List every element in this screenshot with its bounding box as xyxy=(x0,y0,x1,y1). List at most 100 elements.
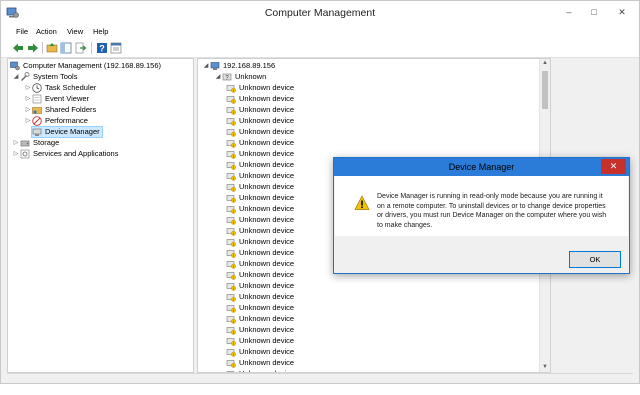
tree-item-shared-folders[interactable]: ▷ Shared Folders xyxy=(24,104,97,115)
svg-text:!: ! xyxy=(233,88,234,92)
device-label: Unknown device xyxy=(239,204,295,213)
menu-help[interactable]: Help xyxy=(93,27,108,36)
device-label: Unknown device xyxy=(239,116,295,125)
toolbar-separator xyxy=(42,42,43,54)
menu-view[interactable]: View xyxy=(67,27,83,36)
show-hide-tree-icon[interactable] xyxy=(59,41,72,54)
back-arrow-icon[interactable] xyxy=(11,41,24,54)
unknown-device-item[interactable]: ! Unknown device xyxy=(226,357,294,368)
close-button[interactable]: ✕ xyxy=(613,5,631,19)
unknown-device-icon: ! xyxy=(226,336,236,346)
unknown-device-icon: ! xyxy=(226,259,236,269)
export-list-icon[interactable] xyxy=(74,41,87,54)
help-icon[interactable]: ? xyxy=(95,41,108,54)
properties-icon[interactable] xyxy=(109,41,122,54)
svg-text:!: ! xyxy=(233,286,234,290)
expanded-arrow-icon[interactable]: ◢ xyxy=(12,73,20,80)
unknown-device-item[interactable]: ! Unknown device xyxy=(226,324,294,335)
unknown-device-item[interactable]: ! Unknown device xyxy=(226,335,294,346)
collapsed-arrow-icon[interactable]: ▷ xyxy=(12,139,20,146)
unknown-device-item[interactable]: ! Unknown device xyxy=(226,269,294,280)
unknown-device-item[interactable]: ! Unknown device xyxy=(226,82,294,93)
unknown-device-item[interactable]: ! Unknown device xyxy=(226,280,294,291)
unknown-device-item[interactable]: ! Unknown device xyxy=(226,170,294,181)
unknown-device-item[interactable]: ! Unknown device xyxy=(226,192,294,203)
unknown-device-item[interactable]: ! Unknown device xyxy=(226,291,294,302)
svg-text:!: ! xyxy=(233,121,234,125)
menu-action[interactable]: Action xyxy=(36,27,57,36)
unknown-device-item[interactable]: ! Unknown device xyxy=(226,137,294,148)
unknown-device-item[interactable]: ! Unknown device xyxy=(226,159,294,170)
tree-item-task-scheduler[interactable]: ▷ Task Scheduler xyxy=(24,82,96,93)
unknown-device-item[interactable]: ! Unknown device xyxy=(226,346,294,357)
menu-file[interactable]: File xyxy=(16,27,28,36)
collapsed-arrow-icon[interactable]: ▷ xyxy=(24,117,32,124)
tree-item-device-manager[interactable]: Device Manager xyxy=(24,125,103,138)
device-category-unknown[interactable]: ◢ ? Unknown xyxy=(214,71,267,82)
collapsed-arrow-icon[interactable]: ▷ xyxy=(12,150,20,157)
collapsed-arrow-icon[interactable]: ▷ xyxy=(24,95,32,102)
tree-item-performance[interactable]: ▷ Performance xyxy=(24,115,88,126)
unknown-category-icon: ? xyxy=(222,72,232,82)
unknown-device-item[interactable]: ! Unknown device xyxy=(226,148,294,159)
scroll-up-arrow-icon[interactable]: ▲ xyxy=(542,60,548,66)
collapsed-arrow-icon[interactable]: ▷ xyxy=(24,106,32,113)
unknown-device-item[interactable]: ! Unknown device xyxy=(226,115,294,126)
svg-text:!: ! xyxy=(233,330,234,334)
ok-button[interactable]: OK xyxy=(569,251,621,268)
unknown-device-item[interactable]: ! Unknown device xyxy=(226,203,294,214)
unknown-device-item[interactable]: ! Unknown device xyxy=(226,214,294,225)
svg-text:!: ! xyxy=(233,165,234,169)
expanded-arrow-icon[interactable]: ◢ xyxy=(202,62,210,69)
selected-highlight: Device Manager xyxy=(31,125,103,138)
unknown-device-item[interactable]: ! Unknown device xyxy=(226,225,294,236)
unknown-device-item[interactable]: ! Unknown device xyxy=(226,104,294,115)
svg-text:!: ! xyxy=(233,275,234,279)
unknown-device-item[interactable]: ! Unknown device xyxy=(226,302,294,313)
unknown-device-item[interactable]: ! Unknown device xyxy=(226,247,294,258)
tree-item-system-tools[interactable]: ◢ System Tools xyxy=(12,71,77,82)
svg-text:!: ! xyxy=(233,341,234,345)
performance-icon xyxy=(32,115,42,126)
unknown-device-icon: ! xyxy=(226,237,236,247)
unknown-device-item[interactable]: ! Unknown device xyxy=(226,93,294,104)
unknown-device-icon: ! xyxy=(226,325,236,335)
dialog-close-button[interactable]: ✕ xyxy=(601,159,626,174)
scroll-down-arrow-icon[interactable]: ▼ xyxy=(542,364,548,370)
tree-item-event-viewer[interactable]: ▷ Event Viewer xyxy=(24,93,89,104)
unknown-device-icon: ! xyxy=(226,226,236,236)
tree-item-services-and-applications[interactable]: ▷ Services and Applications xyxy=(12,148,119,159)
device-label: Unknown device xyxy=(239,248,295,257)
dialog-title-bar[interactable]: Device Manager ✕ xyxy=(334,158,629,176)
unknown-device-item[interactable]: ! Unknown device xyxy=(226,258,294,269)
device-label: Unknown device xyxy=(239,347,295,356)
device-host-node[interactable]: ◢ 192.168.89.156 xyxy=(202,60,275,71)
forward-arrow-icon[interactable] xyxy=(26,41,39,54)
unknown-device-item[interactable]: ! Unknown device xyxy=(226,181,294,192)
up-folder-icon[interactable] xyxy=(45,41,58,54)
storage-icon xyxy=(20,138,30,148)
window-title: Computer Management xyxy=(264,7,376,19)
unknown-device-item[interactable]: ! Unknown device xyxy=(226,236,294,247)
device-label: Unknown device xyxy=(239,358,295,367)
svg-text:!: ! xyxy=(233,231,234,235)
unknown-device-icon: ! xyxy=(226,204,236,214)
svg-text:!: ! xyxy=(233,187,234,191)
computer-icon xyxy=(210,61,220,71)
collapsed-arrow-icon[interactable]: ▷ xyxy=(24,84,32,91)
minimize-button[interactable]: – xyxy=(560,5,578,19)
device-label: Unknown device xyxy=(239,171,295,180)
unknown-device-icon: ! xyxy=(226,215,236,225)
title-bar[interactable]: Computer Management – □ ✕ xyxy=(1,1,639,25)
device-label: Unknown device xyxy=(239,105,295,114)
unknown-device-icon: ! xyxy=(226,171,236,181)
maximize-button[interactable]: □ xyxy=(585,5,603,19)
unknown-device-item[interactable]: ! Unknown device xyxy=(226,313,294,324)
scroll-thumb[interactable] xyxy=(542,71,548,109)
device-label: Unknown device xyxy=(239,303,295,312)
tree-item-storage[interactable]: ▷ Storage xyxy=(12,137,60,148)
expanded-arrow-icon[interactable]: ◢ xyxy=(214,73,222,80)
tree-root-computer-management[interactable]: Computer Management (192.168.89.156) xyxy=(10,60,161,71)
unknown-device-item[interactable]: ! Unknown device xyxy=(226,126,294,137)
console-tree-pane[interactable]: Computer Management (192.168.89.156) ◢ S… xyxy=(7,58,194,373)
